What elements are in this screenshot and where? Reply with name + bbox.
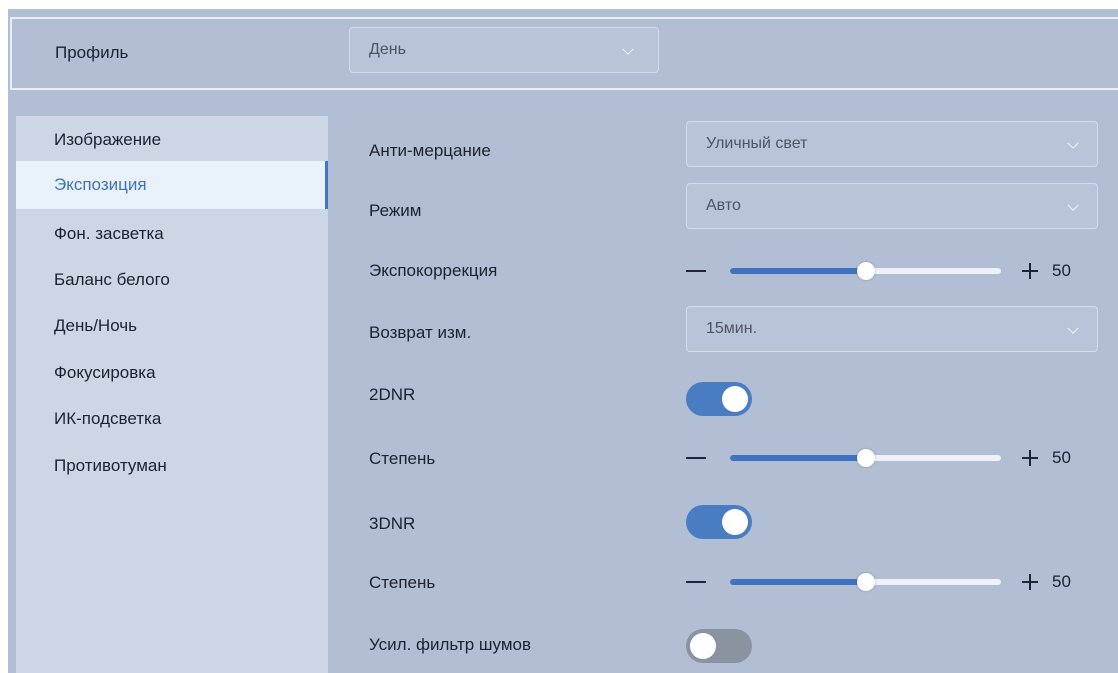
dnr2-level-label: Степень	[369, 449, 436, 468]
sidebar-item-focus[interactable]: Фокусировка	[16, 349, 328, 397]
sidebar-item-label: Экспозиция	[54, 175, 147, 194]
revert-value: 15мин.	[706, 320, 758, 337]
sidebar: Изображение Экспозиция Фон. засветка Бал…	[16, 116, 328, 673]
chevron-down-icon	[1067, 322, 1079, 334]
profile-select[interactable]: День	[349, 27, 659, 73]
plus-icon[interactable]	[1020, 446, 1040, 470]
exposure-comp-slider[interactable]: 50	[686, 256, 1086, 286]
profile-label: Профиль	[55, 43, 129, 62]
slider-value: 50	[1052, 572, 1071, 591]
sidebar-item-exposure[interactable]: Экспозиция	[16, 161, 328, 209]
slider-value: 50	[1052, 448, 1071, 467]
slider-track[interactable]	[730, 449, 1001, 467]
anti-flicker-label: Анти-мерцание	[369, 141, 491, 160]
slider-track[interactable]	[730, 573, 1001, 591]
slider-fill	[730, 579, 866, 585]
chevron-down-icon	[622, 43, 634, 55]
sidebar-item-label: Противотуман	[54, 456, 167, 475]
mode-value: Авто	[706, 197, 741, 214]
dnr2-level-slider[interactable]: 50	[686, 443, 1086, 473]
sidebar-item-label: Баланс белого	[54, 270, 170, 289]
chevron-down-icon	[1067, 199, 1079, 211]
exposure-comp-label: Экспокоррекция	[369, 261, 498, 280]
plus-icon[interactable]	[1020, 570, 1040, 594]
slider-fill	[730, 455, 866, 461]
slider-fill	[730, 268, 866, 274]
slider-track[interactable]	[730, 262, 1001, 280]
slider-handle[interactable]	[856, 449, 875, 467]
toggle-knob	[722, 386, 748, 412]
sidebar-item-label: День/Ночь	[54, 316, 138, 335]
sidebar-item-backlight[interactable]: Фон. засветка	[16, 210, 328, 258]
anti-flicker-value: Уличный свет	[706, 135, 808, 152]
dnr3-level-label: Степень	[369, 573, 436, 592]
slider-value: 50	[1052, 261, 1071, 280]
dnr3-label: 3DNR	[369, 514, 416, 533]
dnr2-label: 2DNR	[369, 385, 416, 404]
mode-select[interactable]: Авто	[686, 183, 1098, 229]
sidebar-item-image[interactable]: Изображение	[16, 116, 328, 164]
minus-icon[interactable]	[686, 581, 706, 583]
revert-label: Возврат изм.	[369, 323, 472, 342]
noise-filter-toggle[interactable]	[686, 629, 752, 663]
plus-icon[interactable]	[1020, 259, 1040, 283]
sidebar-item-day-night[interactable]: День/Ночь	[16, 302, 328, 350]
toggle-knob	[690, 633, 716, 659]
dnr2-toggle[interactable]	[686, 382, 752, 416]
mode-label: Режим	[369, 201, 422, 220]
sidebar-item-defog[interactable]: Противотуман	[16, 442, 328, 490]
profile-select-value: День	[369, 41, 406, 58]
sidebar-item-label: ИК-подсветка	[54, 409, 162, 428]
anti-flicker-select[interactable]: Уличный свет	[686, 121, 1098, 167]
slider-handle[interactable]	[856, 573, 875, 591]
chevron-down-icon	[1067, 137, 1079, 149]
toggle-knob	[722, 509, 748, 535]
sidebar-item-ir-light[interactable]: ИК-подсветка	[16, 395, 328, 443]
sidebar-item-label: Изображение	[54, 130, 162, 149]
sidebar-item-label: Фокусировка	[54, 363, 156, 382]
dnr3-level-slider[interactable]: 50	[686, 567, 1086, 597]
minus-icon[interactable]	[686, 270, 706, 272]
dnr3-toggle[interactable]	[686, 505, 752, 539]
sidebar-item-label: Фон. засветка	[54, 224, 164, 243]
noise-filter-label: Усил. фильтр шумов	[369, 635, 532, 654]
minus-icon[interactable]	[686, 457, 706, 459]
slider-handle[interactable]	[856, 262, 875, 280]
sidebar-item-white-balance[interactable]: Баланс белого	[16, 256, 328, 304]
revert-select[interactable]: 15мин.	[686, 306, 1098, 352]
